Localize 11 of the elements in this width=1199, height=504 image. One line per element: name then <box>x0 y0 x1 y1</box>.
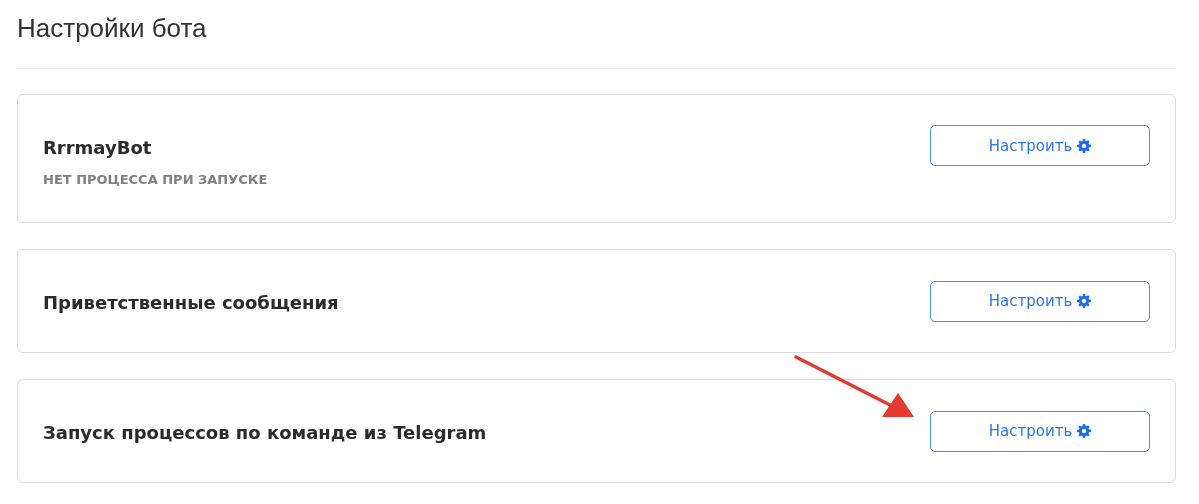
configure-button[interactable]: Настроить <box>930 410 1150 452</box>
configure-button[interactable]: Настроить <box>930 280 1150 322</box>
page-title: Настройки бота <box>17 12 208 45</box>
gear-icon <box>1077 294 1092 308</box>
card-title: RrrmayBot <box>43 137 153 158</box>
card-subtitle: НЕТ ПРОЦЕССА ПРИ ЗАПУСКЕ <box>43 172 268 187</box>
gear-icon <box>1077 138 1092 153</box>
gear-icon <box>1077 424 1092 438</box>
card-title: Запуск процессов по команде из Telegram <box>43 421 487 443</box>
configure-button[interactable]: Настроить <box>930 125 1150 166</box>
card-title: Приветственные сообщения <box>43 291 339 313</box>
